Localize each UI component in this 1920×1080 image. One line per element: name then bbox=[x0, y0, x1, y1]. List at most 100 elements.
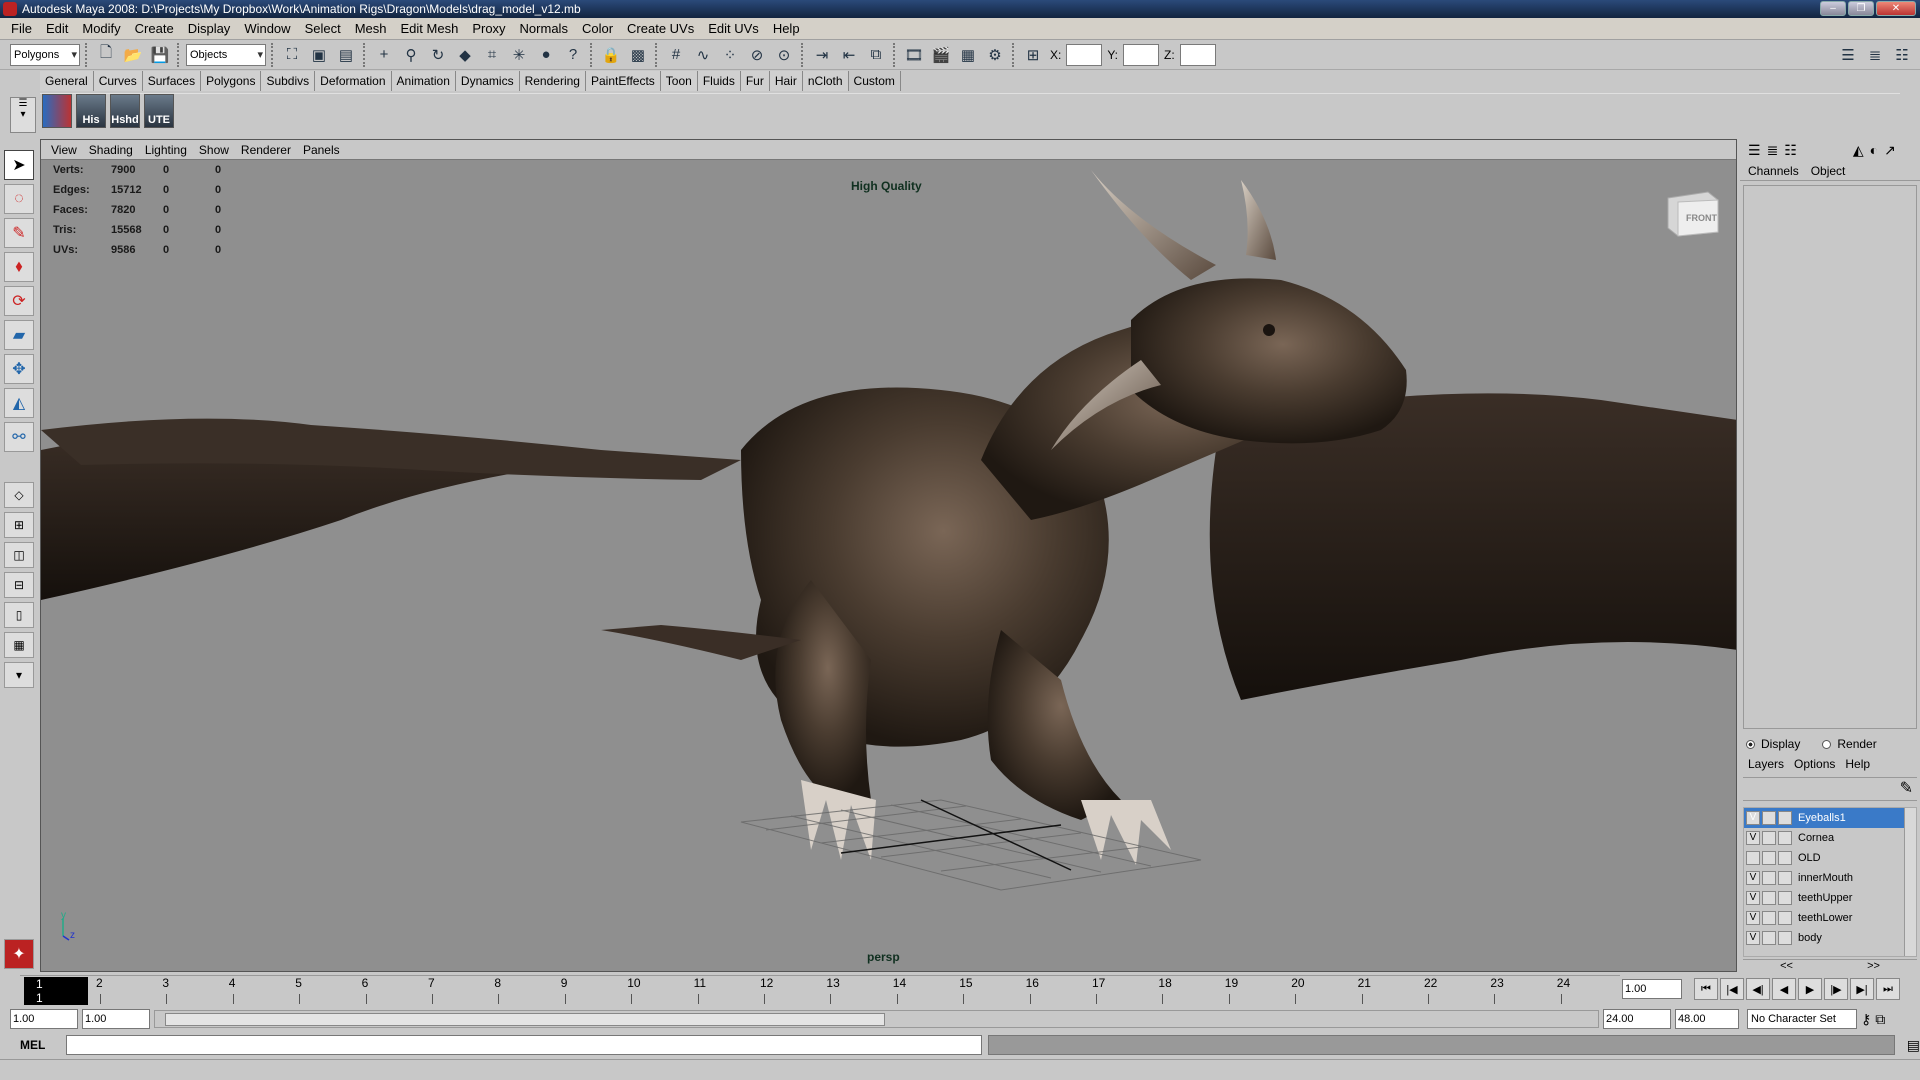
select-tool-icon[interactable]: ➤ bbox=[4, 150, 34, 180]
menu-edit-uvs[interactable]: Edit UVs bbox=[701, 21, 766, 36]
layer-visibility-toggle[interactable]: V bbox=[1746, 891, 1760, 905]
layer-color-swatch[interactable] bbox=[1778, 931, 1792, 945]
channel-box-area[interactable] bbox=[1743, 185, 1917, 729]
select-rendering-icon[interactable]: ● bbox=[534, 43, 558, 67]
universal-manip-icon[interactable]: ✥ bbox=[4, 354, 34, 384]
menu-color[interactable]: Color bbox=[575, 21, 620, 36]
layer-playback-toggle[interactable] bbox=[1762, 851, 1776, 865]
highlight-selection-icon[interactable]: ▩ bbox=[626, 43, 650, 67]
shelf-menu-icon[interactable]: ☰ ▾ bbox=[10, 97, 36, 133]
input-ops-icon[interactable]: ⇥ bbox=[810, 43, 834, 67]
menu-mesh[interactable]: Mesh bbox=[348, 21, 394, 36]
z-field[interactable] bbox=[1179, 43, 1216, 66]
channel-layer-icon[interactable]: ☷ bbox=[1784, 142, 1797, 159]
select-deformations-icon[interactable]: ⌗ bbox=[480, 43, 504, 67]
shelf-tab-painteffects[interactable]: PaintEffects bbox=[585, 71, 661, 91]
menu-create-uvs[interactable]: Create UVs bbox=[620, 21, 701, 36]
layer-name[interactable]: innerMouth bbox=[1798, 872, 1853, 884]
make-live-icon[interactable]: ⊙ bbox=[772, 43, 796, 67]
script-editor-icon[interactable]: ▤ bbox=[1907, 1037, 1920, 1054]
channel-box-toggle-icon[interactable]: ☷ bbox=[1890, 43, 1914, 67]
layer-playback-toggle[interactable] bbox=[1762, 831, 1776, 845]
range-bar[interactable] bbox=[154, 1010, 1599, 1028]
go-to-end-icon[interactable]: ⏭ bbox=[1876, 978, 1900, 1000]
shelf-tab-toon[interactable]: Toon bbox=[660, 71, 698, 91]
layer-color-swatch[interactable] bbox=[1778, 851, 1792, 865]
menu-select[interactable]: Select bbox=[298, 21, 348, 36]
render-view-icon[interactable]: 🎞 bbox=[902, 43, 926, 67]
animation-prefs-icon[interactable]: ⧉ bbox=[1875, 1011, 1885, 1028]
snap-view-plane-icon[interactable]: ⊘ bbox=[745, 43, 769, 67]
layer-playback-toggle[interactable] bbox=[1762, 931, 1776, 945]
layout-single-icon[interactable]: ◇ bbox=[4, 482, 34, 508]
ipr-render-icon[interactable]: ▦ bbox=[956, 43, 980, 67]
layer-menu-options[interactable]: Options bbox=[1794, 757, 1835, 771]
shelf-tab-hair[interactable]: Hair bbox=[769, 71, 803, 91]
panel-menu-view[interactable]: View bbox=[45, 143, 83, 157]
command-input[interactable] bbox=[65, 1035, 983, 1055]
layer-editor-icon[interactable]: ≣ bbox=[1767, 142, 1779, 159]
dragon-model[interactable] bbox=[41, 160, 1737, 972]
layer-menu-layers[interactable]: Layers bbox=[1748, 757, 1784, 771]
select-misc-icon[interactable]: ? bbox=[561, 43, 585, 67]
panel-menu-renderer[interactable]: Renderer bbox=[235, 143, 297, 157]
tab-channels[interactable]: Channels bbox=[1748, 161, 1799, 180]
select-joints-icon[interactable]: ⚲ bbox=[399, 43, 423, 67]
shelf-tab-polygons[interactable]: Polygons bbox=[201, 71, 262, 91]
shelf-tab-ncloth[interactable]: nCloth bbox=[802, 71, 849, 91]
snap-curve-icon[interactable]: ∿ bbox=[691, 43, 715, 67]
select-hierarchy-icon[interactable]: ⛶ bbox=[280, 43, 304, 67]
layer-color-swatch[interactable] bbox=[1778, 811, 1792, 825]
soft-mod-icon[interactable]: ◭ bbox=[4, 388, 34, 418]
layer-playback-toggle[interactable] bbox=[1762, 871, 1776, 885]
layout-menu-icon[interactable]: ▾ bbox=[4, 662, 34, 688]
construction-history-icon[interactable]: ⧉ bbox=[864, 43, 888, 67]
layer-name[interactable]: teethUpper bbox=[1798, 892, 1852, 904]
layer-menu-help[interactable]: Help bbox=[1845, 757, 1870, 771]
layer-row[interactable]: V Eyeballs1 bbox=[1744, 808, 1916, 828]
layer-row[interactable]: VinnerMouth bbox=[1744, 868, 1916, 888]
shelf-tab-subdivs[interactable]: Subdivs bbox=[261, 71, 316, 91]
menu-edit[interactable]: Edit bbox=[39, 21, 75, 36]
layer-color-swatch[interactable] bbox=[1778, 831, 1792, 845]
shelf-button-hshd[interactable]: Hshd bbox=[110, 94, 140, 128]
x-field[interactable] bbox=[1066, 43, 1103, 66]
layer-visibility-toggle[interactable]: V bbox=[1746, 811, 1760, 825]
shelf-button-ute[interactable]: UTE bbox=[144, 94, 174, 128]
rotate-tool-icon[interactable]: ⟳ bbox=[4, 286, 34, 316]
layer-playback-toggle[interactable] bbox=[1762, 891, 1776, 905]
channel-box-icon[interactable]: ☰ bbox=[1748, 142, 1761, 159]
select-component-icon[interactable]: ▤ bbox=[334, 43, 358, 67]
shelf-tab-general[interactable]: General bbox=[40, 71, 94, 91]
layer-name[interactable]: OLD bbox=[1798, 852, 1821, 864]
layer-row[interactable]: V Cornea bbox=[1744, 828, 1916, 848]
show-manip-icon[interactable]: ⚯ bbox=[4, 422, 34, 452]
select-curves-icon[interactable]: ↻ bbox=[426, 43, 450, 67]
input-mode-icon[interactable]: ⊞ bbox=[1021, 43, 1045, 67]
new-scene-icon[interactable]: 🗋 bbox=[94, 43, 118, 67]
shelf-tab-custom[interactable]: Custom bbox=[848, 71, 901, 91]
layer-visibility-toggle[interactable]: V bbox=[1746, 831, 1760, 845]
y-field[interactable] bbox=[1123, 43, 1160, 66]
layer-name[interactable]: body bbox=[1798, 932, 1822, 944]
paint-select-tool-icon[interactable]: ✎ bbox=[4, 218, 34, 248]
layer-scrollbar[interactable] bbox=[1904, 808, 1916, 956]
tool-settings-toggle-icon[interactable]: ≣ bbox=[1863, 43, 1887, 67]
layer-visibility-toggle[interactable]: V bbox=[1746, 871, 1760, 885]
shelf-button-his[interactable]: His bbox=[76, 94, 106, 128]
play-backwards-icon[interactable]: ◀ bbox=[1772, 978, 1796, 1000]
snap-grid-icon[interactable]: # bbox=[664, 43, 688, 67]
step-back-frame-icon[interactable]: ◀| bbox=[1746, 978, 1770, 1000]
open-scene-icon[interactable]: 📂 bbox=[121, 43, 145, 67]
perspective-viewport[interactable]: View Shading Lighting Show Renderer Panels bbox=[40, 139, 1737, 972]
playback-start-field[interactable]: 1.00 bbox=[82, 1009, 150, 1029]
range-bar-handle[interactable] bbox=[165, 1013, 885, 1026]
play-forwards-icon[interactable]: ▶ bbox=[1798, 978, 1822, 1000]
layout-outliner-icon[interactable]: ▦ bbox=[4, 632, 34, 658]
panel-menu-shading[interactable]: Shading bbox=[83, 143, 139, 157]
tab-object[interactable]: Object bbox=[1811, 161, 1846, 180]
playback-end-field[interactable]: 24.00 bbox=[1603, 1009, 1671, 1029]
shelf-tab-dynamics[interactable]: Dynamics bbox=[455, 71, 520, 91]
menu-window[interactable]: Window bbox=[237, 21, 297, 36]
layer-visibility-toggle[interactable]: V bbox=[1746, 911, 1760, 925]
